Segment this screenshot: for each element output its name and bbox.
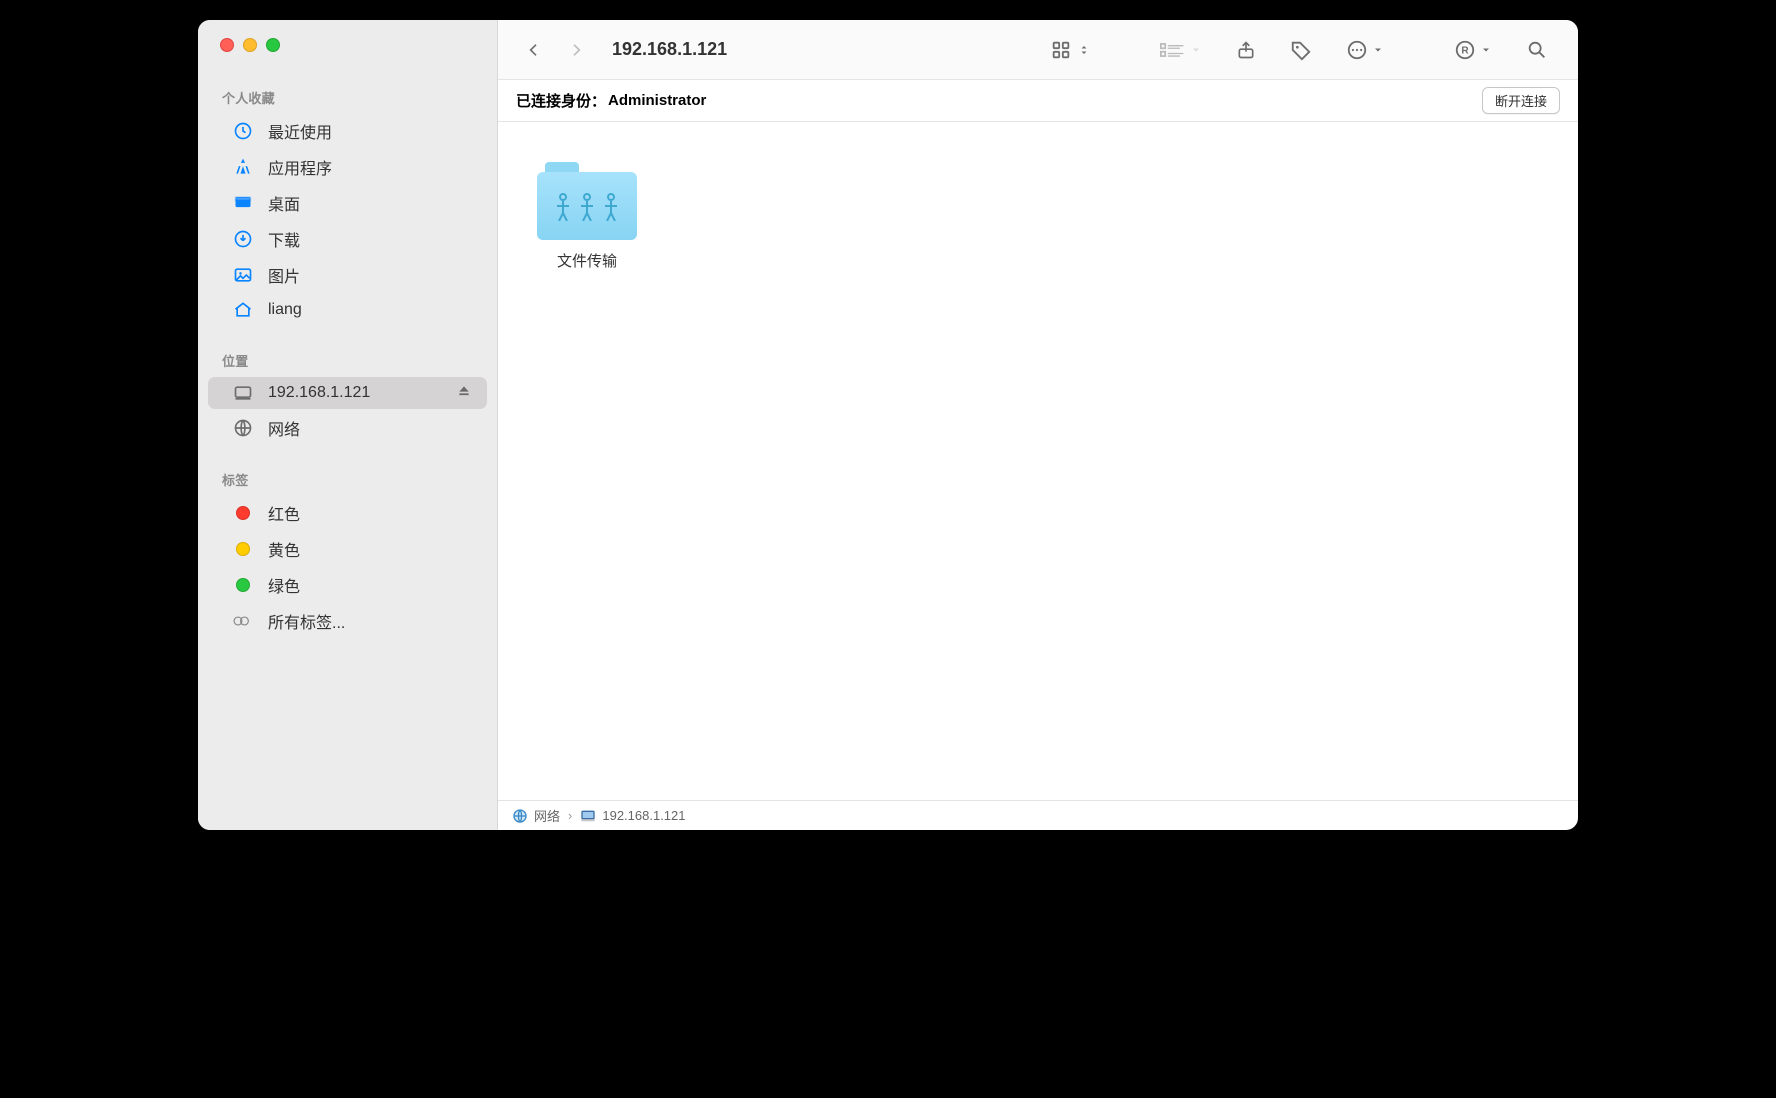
image-icon: [232, 264, 254, 286]
sidebar-item-label: 应用程序: [268, 155, 332, 179]
main-area: 192.168.1.121: [498, 20, 1578, 830]
sidebar-item-downloads[interactable]: 下载: [208, 222, 487, 256]
close-button[interactable]: [220, 38, 234, 52]
sidebar-tag-yellow[interactable]: 黄色: [208, 532, 487, 566]
sidebar-item-label: 黄色: [268, 537, 300, 561]
sidebar-item-label: 下载: [268, 227, 300, 251]
search-button[interactable]: [1514, 35, 1560, 65]
sidebar-item-label: liang: [268, 301, 302, 319]
sidebar-item-network[interactable]: 网络: [208, 411, 487, 445]
sidebar-section-tags-title: 标签: [198, 464, 497, 495]
sidebar-tag-red[interactable]: 红色: [208, 496, 487, 530]
content-area[interactable]: 文件传输: [498, 122, 1578, 800]
folder-item[interactable]: 文件传输: [522, 162, 652, 271]
sidebar-item-label: 绿色: [268, 573, 300, 597]
connection-bar: 已连接身份： Administrator 断开连接: [498, 80, 1578, 122]
view-mode-button[interactable]: [1038, 35, 1102, 65]
disconnect-button[interactable]: 断开连接: [1482, 87, 1560, 114]
sidebar-item-pictures[interactable]: 图片: [208, 258, 487, 292]
sidebar-section-locations-title: 位置: [198, 345, 497, 376]
svg-text:R: R: [1461, 45, 1469, 56]
path-crumb-label: 网络: [534, 806, 560, 825]
tag-dot-green-icon: [232, 574, 254, 596]
sidebar-section-favorites-title: 个人收藏: [198, 82, 497, 113]
connection-user: Administrator: [608, 92, 706, 109]
server-icon: [232, 382, 254, 404]
clock-icon: [232, 120, 254, 142]
folder-label: 文件传输: [557, 250, 617, 271]
toolbar: 192.168.1.121: [498, 20, 1578, 80]
nav-arrows: [526, 39, 584, 61]
finder-window: 个人收藏 最近使用 应用程序: [198, 20, 1578, 830]
path-crumb-label: 192.168.1.121: [602, 808, 685, 823]
sidebar-item-server[interactable]: 192.168.1.121: [208, 377, 487, 409]
chevron-right-icon: ›: [568, 808, 572, 823]
forward-button[interactable]: [568, 39, 584, 61]
sidebar-item-home[interactable]: liang: [208, 294, 487, 326]
tag-dot-red-icon: [232, 502, 254, 524]
shared-folder-icon: [537, 162, 637, 240]
sidebar-item-label: 所有标签...: [268, 609, 345, 633]
zoom-button[interactable]: [266, 38, 280, 52]
sidebar-item-applications[interactable]: 应用程序: [208, 150, 487, 184]
window-controls: [198, 38, 497, 52]
connection-label: 已连接身份：: [516, 90, 606, 111]
sidebar-item-label: 图片: [268, 263, 300, 287]
path-crumb-server[interactable]: 192.168.1.121: [580, 808, 685, 823]
tag-dot-yellow-icon: [232, 538, 254, 560]
sidebar-item-label: 192.168.1.121: [268, 384, 370, 402]
sidebar-item-recents[interactable]: 最近使用: [208, 114, 487, 148]
sidebar-tag-green[interactable]: 绿色: [208, 568, 487, 602]
home-icon: [232, 299, 254, 321]
tags-button[interactable]: [1278, 35, 1324, 65]
sidebar-item-label: 网络: [268, 416, 300, 440]
sidebar-item-desktop[interactable]: 桌面: [208, 186, 487, 220]
back-button[interactable]: [526, 39, 542, 61]
minimize-button[interactable]: [243, 38, 257, 52]
download-icon: [232, 228, 254, 250]
sidebar-tag-all[interactable]: 所有标签...: [208, 604, 487, 638]
desktop-icon: [232, 192, 254, 214]
actions-button[interactable]: [1334, 35, 1396, 65]
path-crumb-network[interactable]: 网络: [512, 806, 560, 825]
window-title: 192.168.1.121: [612, 39, 727, 60]
share-button[interactable]: [1224, 35, 1268, 65]
sidebar-item-label: 最近使用: [268, 119, 332, 143]
sidebar-item-label: 桌面: [268, 191, 300, 215]
sidebar: 个人收藏 最近使用 应用程序: [198, 20, 498, 830]
path-bar: 网络 › 192.168.1.121: [498, 800, 1578, 830]
apps-icon: [232, 156, 254, 178]
eject-icon[interactable]: [457, 384, 471, 403]
all-tags-icon: [232, 610, 254, 632]
registered-button[interactable]: R: [1442, 35, 1504, 65]
globe-icon: [232, 417, 254, 439]
sidebar-item-label: 红色: [268, 501, 300, 525]
group-by-button[interactable]: [1148, 35, 1214, 65]
